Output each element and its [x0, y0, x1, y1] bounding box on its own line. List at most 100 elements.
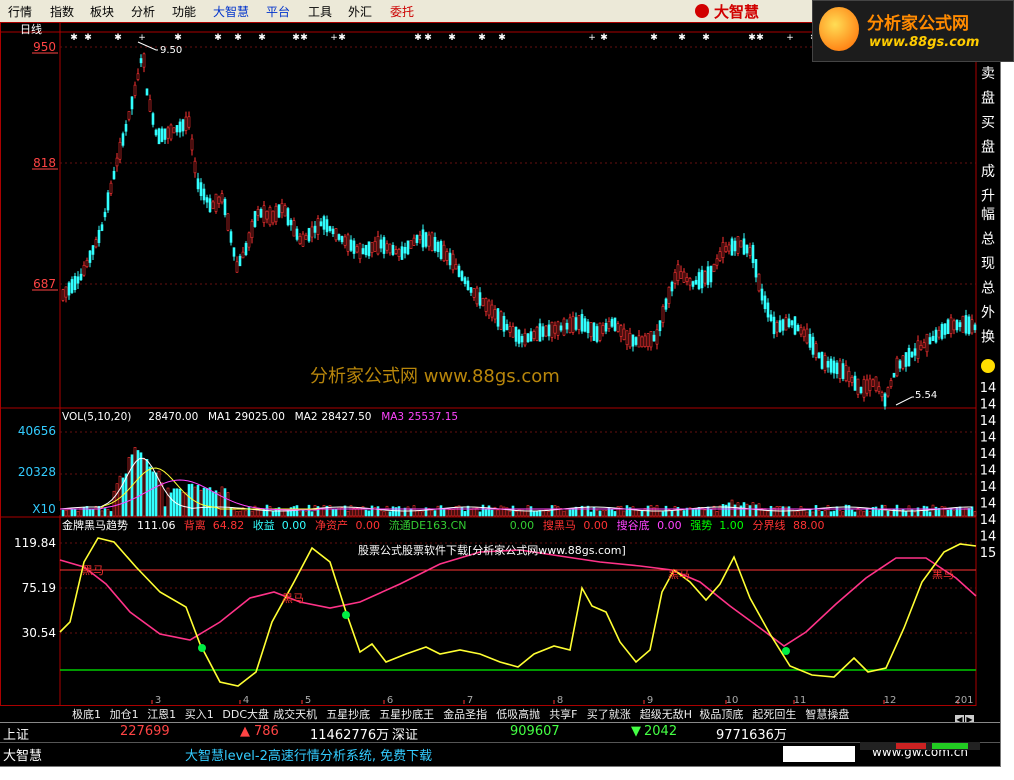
right-panel-label: 幅 — [981, 207, 995, 223]
site-box[interactable] — [783, 746, 855, 762]
formula-tab[interactable]: 金品圣指 — [443, 706, 487, 722]
formula-tab[interactable]: 智慧操盘 — [805, 706, 849, 722]
volume-bar — [883, 504, 887, 517]
candle-body — [829, 358, 833, 373]
menu-item[interactable]: 委托 — [390, 3, 414, 20]
ind-header-text: 64.82 — [213, 519, 245, 532]
volume-bar — [127, 457, 131, 517]
candle-body — [469, 287, 473, 293]
volume-bar — [547, 510, 551, 517]
signal-stars: ✱✱✱+✱✱✱✱✱✱+✱✱✱✱✱✱+✱✱✱✱✱✱+✱ — [70, 33, 818, 43]
candle-body — [949, 317, 953, 334]
candle-body — [784, 317, 788, 331]
right-panel-number: 15 — [980, 546, 997, 561]
candle-body — [217, 196, 221, 204]
signal-star-icon: ✱ — [448, 33, 456, 43]
candle-body — [604, 322, 608, 332]
formula-tab[interactable]: 加仓1 — [110, 706, 139, 722]
candle-body — [679, 271, 683, 279]
volume-bar — [838, 510, 842, 517]
signal-star-icon: + — [138, 33, 146, 43]
candle-body — [226, 213, 230, 231]
signal-star-icon: ✱ — [114, 33, 122, 43]
candle-body — [418, 234, 422, 240]
brand-name: 大智慧 — [714, 3, 760, 21]
candle-body — [676, 264, 680, 282]
candle-body — [358, 243, 362, 260]
menu-item[interactable]: 工具 — [308, 3, 332, 20]
candle-body — [526, 333, 530, 343]
formula-tab[interactable]: 共享F — [549, 706, 577, 722]
formula-tab[interactable]: 买了就涨 — [587, 706, 631, 722]
volume-bar — [202, 487, 206, 517]
menu-item[interactable]: 分析 — [131, 3, 155, 20]
indicator-lines: 黑马黑马黑马 黑马 — [59, 537, 977, 687]
candle-body — [790, 320, 794, 326]
candle-body — [466, 280, 470, 291]
volume-bar — [418, 510, 422, 517]
candle-body — [361, 248, 365, 255]
candle-body — [934, 329, 938, 343]
status-bar: 上证 227699 ▲ 786 11462776万 深证 909607 ▼ 20… — [0, 722, 1000, 766]
menu-item[interactable]: 指数 — [50, 3, 74, 20]
volume-bar — [142, 459, 146, 517]
formula-tab[interactable]: 五星抄底 — [326, 706, 370, 722]
candle-body — [73, 275, 77, 291]
menu-item[interactable]: 功能 — [172, 3, 196, 20]
formula-tab[interactable]: 五星抄底王 — [379, 706, 434, 722]
formula-tab[interactable]: 极底1 — [72, 706, 101, 722]
formula-tab[interactable]: DDC大盘 — [222, 706, 269, 722]
formula-tab[interactable]: 成交天机 — [273, 706, 317, 722]
candle-body — [544, 325, 548, 337]
candle-body — [970, 319, 974, 334]
candle-body — [868, 378, 872, 392]
volume-bar — [811, 511, 815, 517]
volume-bar — [562, 510, 566, 517]
volume-bar — [199, 489, 203, 517]
menu-item[interactable]: 平台 — [266, 3, 290, 20]
volume-bar — [643, 508, 647, 517]
volume-bar — [217, 492, 221, 517]
volume-bar — [211, 492, 215, 517]
candle-body — [238, 255, 242, 267]
formula-tab[interactable]: 超级无敌H — [640, 706, 692, 722]
menu-item[interactable]: 外汇 — [348, 3, 372, 20]
candle-body — [274, 205, 278, 223]
candle-body — [529, 331, 533, 342]
signal-star-icon: ✱ — [498, 33, 506, 43]
candle-body — [400, 246, 404, 260]
candle-body — [793, 316, 797, 335]
volume-bar — [166, 487, 170, 517]
volume-bar — [376, 506, 380, 517]
candle-body — [484, 298, 488, 312]
menu-item[interactable]: 行情 — [8, 3, 32, 20]
ind-tick-label: 30.54 — [22, 626, 56, 640]
volume-bar — [553, 505, 557, 517]
volume-bar — [571, 509, 575, 517]
ind-header-text: 111.06 — [137, 519, 176, 532]
ind-header-text: 收益 — [253, 518, 275, 532]
right-panel-number: 14 — [980, 431, 997, 446]
formula-tab[interactable]: 江恩1 — [147, 706, 176, 722]
volume-bar — [151, 471, 155, 517]
candle-body — [871, 379, 875, 387]
candle-body — [607, 321, 611, 329]
candle-body — [517, 329, 521, 344]
formula-tab[interactable]: 起死回生 — [752, 706, 796, 722]
menu-item[interactable]: 大智慧 — [213, 3, 249, 20]
candle-body — [718, 251, 722, 261]
formula-tab[interactable]: 低吸高抛 — [496, 706, 540, 722]
right-panel-number: 14 — [980, 497, 997, 512]
menu-item[interactable]: 板块 — [90, 3, 114, 20]
candle-body — [106, 192, 110, 211]
candle-body — [67, 282, 71, 296]
volume-bar — [163, 506, 167, 517]
candle-body — [667, 286, 671, 304]
candle-body — [712, 263, 716, 273]
volume-bar — [712, 505, 716, 517]
formula-tab[interactable]: 买入1 — [185, 706, 214, 722]
candle-body — [745, 244, 749, 254]
signal-star-icon: ✱ — [478, 33, 486, 43]
formula-tab[interactable]: 极品顶底 — [699, 706, 743, 722]
marquee-text[interactable]: 大智慧level-2高速行情分析系统, 免费下载 — [185, 745, 432, 764]
